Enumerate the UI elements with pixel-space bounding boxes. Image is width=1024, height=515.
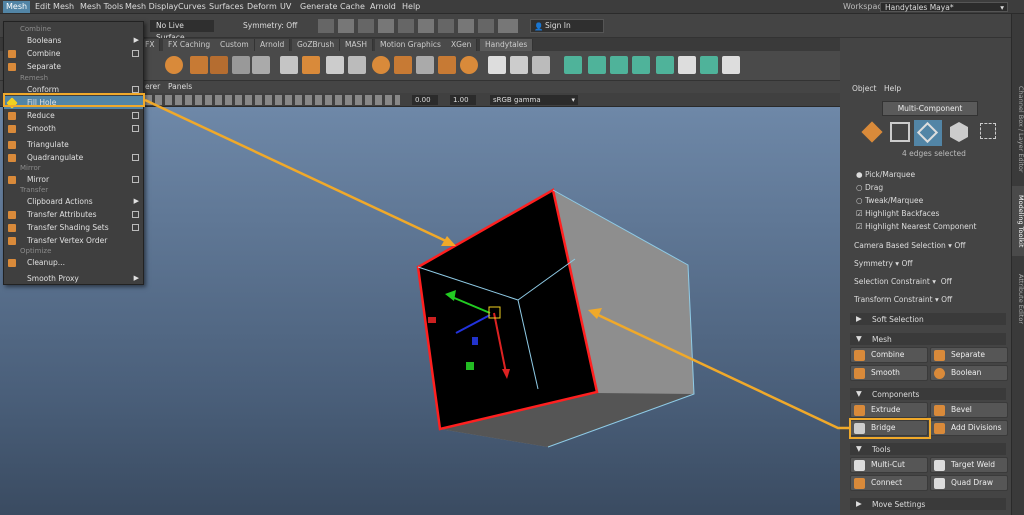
arrow-fill-hole-to-cube <box>144 98 449 244</box>
arrow-bridge-to-cube <box>595 312 849 430</box>
arrowhead-icon <box>588 308 602 319</box>
callout-arrows <box>144 98 849 430</box>
